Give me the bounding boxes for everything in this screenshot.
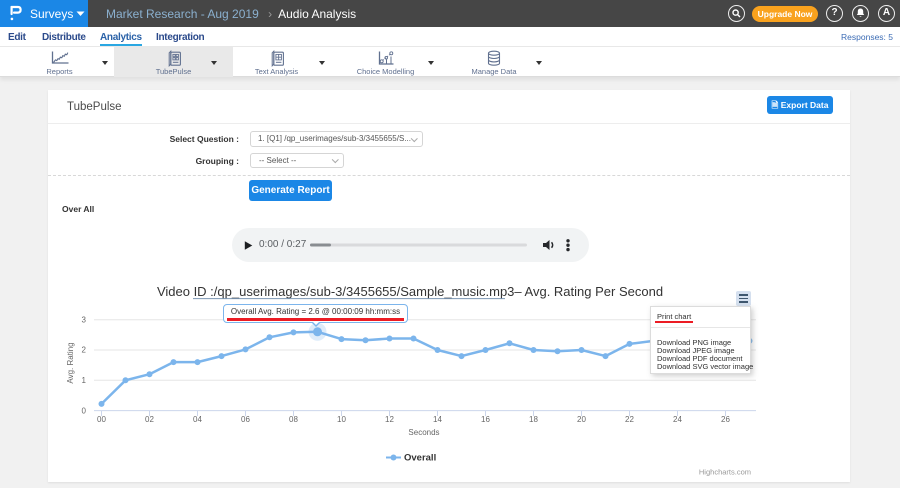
svg-text:Video ID :/qp_userimages/sub-3: Video ID :/qp_userimages/sub-3/3455655/S… — [157, 284, 663, 299]
svg-text:14: 14 — [433, 415, 442, 424]
svg-text:Highcharts.com: Highcharts.com — [699, 468, 751, 477]
svg-text:0: 0 — [82, 406, 87, 415]
svg-text:02: 02 — [145, 415, 154, 424]
svg-text:1: 1 — [82, 376, 87, 385]
svg-text:08: 08 — [289, 415, 298, 424]
svg-text:22: 22 — [625, 415, 634, 424]
svg-text:Avg. Rating: Avg. Rating — [66, 342, 75, 383]
svg-text:3: 3 — [82, 315, 87, 324]
svg-text:06: 06 — [241, 415, 250, 424]
svg-text:00: 00 — [97, 415, 106, 424]
svg-text:20: 20 — [577, 415, 586, 424]
svg-text:04: 04 — [193, 415, 202, 424]
svg-text:24: 24 — [673, 415, 682, 424]
svg-text:18: 18 — [529, 415, 538, 424]
svg-text:12: 12 — [385, 415, 394, 424]
svg-text:2: 2 — [82, 346, 87, 355]
svg-text:10: 10 — [337, 415, 346, 424]
svg-text:16: 16 — [481, 415, 490, 424]
svg-text:Overall: Overall — [404, 453, 436, 464]
svg-text:26: 26 — [721, 415, 730, 424]
svg-text:Seconds: Seconds — [408, 428, 439, 437]
